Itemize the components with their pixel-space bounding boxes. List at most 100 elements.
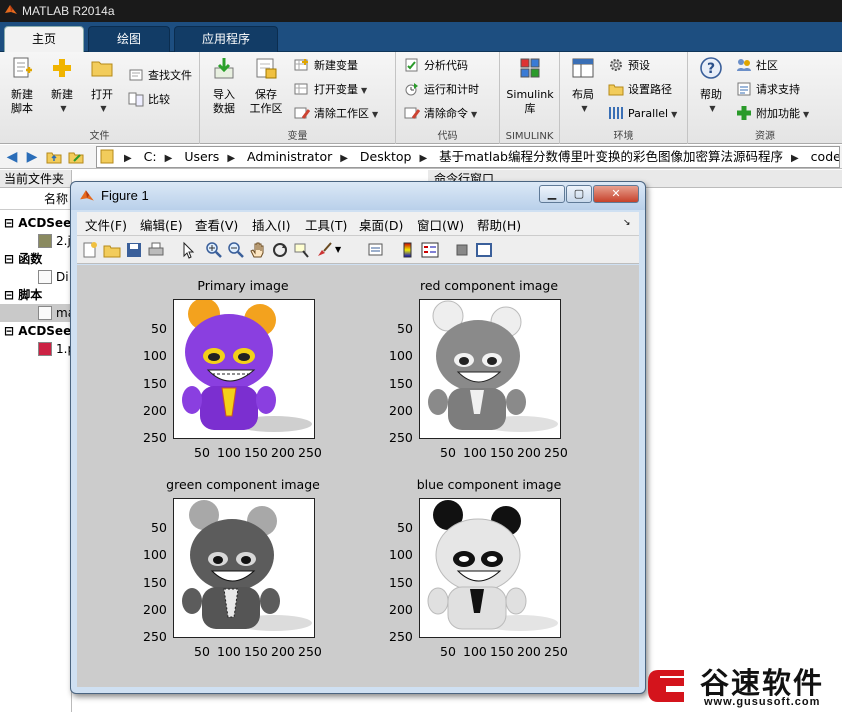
path-segment-desktop[interactable]: Desktop — [360, 149, 412, 164]
save-icon[interactable] — [125, 241, 143, 259]
tab-apps[interactable]: 应用程序 — [174, 26, 278, 52]
parallel-button[interactable]: Parallel ▼ — [608, 104, 677, 124]
rotate-3d-icon[interactable] — [271, 241, 289, 259]
add-ons-button[interactable]: 附加功能 ▼ — [736, 104, 809, 124]
menu-edit[interactable]: 编辑(E) — [140, 215, 183, 234]
doll-blue-component-image — [427, 500, 558, 631]
menu-file[interactable]: 文件(F) — [85, 215, 127, 234]
ribbon-group-file: 新建 脚本 新建 ▼ 打开 ▼ 查找文件 比较 文件 — [0, 52, 200, 144]
open-file-icon[interactable] — [103, 241, 121, 259]
ytick-4-50: 50 — [397, 520, 413, 535]
axes-red-component[interactable] — [419, 299, 561, 439]
request-support-button[interactable]: 请求支持 — [736, 80, 800, 100]
xtick-2-100: 100 — [463, 445, 487, 460]
new-figure-icon[interactable] — [81, 241, 99, 259]
axes-blue-component[interactable] — [419, 498, 561, 638]
open-button[interactable]: 打开 ▼ — [84, 56, 120, 116]
ytick-2-150: 150 — [389, 376, 413, 391]
analyze-code-button[interactable]: 分析代码 — [404, 56, 468, 76]
menu-insert[interactable]: 插入(I) — [252, 215, 290, 234]
brush-icon[interactable] — [315, 241, 333, 259]
clear-commands-button[interactable]: 清除命令 ▼ — [404, 104, 477, 124]
up-folder-icon[interactable] — [46, 149, 62, 165]
find-files-button[interactable]: 查找文件 — [128, 66, 192, 86]
function-file-icon — [38, 270, 52, 284]
tree-file-jpg[interactable]: 2.j — [38, 232, 71, 250]
tree-file-script[interactable]: ma — [0, 304, 75, 322]
pointer-icon[interactable] — [179, 241, 197, 259]
ytick-1-250: 250 — [143, 430, 167, 445]
browse-folder-icon[interactable] — [68, 149, 84, 165]
show-plot-tools-icon[interactable] — [475, 241, 493, 259]
tree-group-functions[interactable]: ⊟ 函数 — [4, 250, 42, 268]
close-button[interactable]: ✕ — [593, 185, 639, 203]
import-icon — [214, 58, 234, 79]
figure-window[interactable]: Figure 1 ▁ ▢ ✕ 文件(F) 编辑(E) 查看(V) 插入(I) 工… — [70, 181, 646, 694]
community-button[interactable]: 社区 — [736, 56, 778, 76]
menu-help[interactable]: 帮助(H) — [477, 215, 521, 234]
set-path-button[interactable]: 设置路径 — [608, 80, 672, 100]
tree-file-function[interactable]: Di — [38, 268, 69, 286]
forward-arrow-icon[interactable]: ▶ — [24, 149, 40, 165]
menu-collapse-icon[interactable]: ↘ — [623, 218, 631, 228]
save-workspace-button[interactable]: 保存 工作区 — [246, 56, 286, 116]
tab-plots[interactable]: 绘图 — [88, 26, 170, 52]
new-script-button[interactable]: 新建 脚本 — [4, 56, 40, 116]
data-cursor-icon[interactable] — [293, 241, 311, 259]
menu-desktop[interactable]: 桌面(D) — [359, 215, 403, 234]
watermark: 谷速软件 www.gususoft.com — [644, 658, 842, 712]
run-and-time-button[interactable]: 运行和计时 — [404, 80, 479, 100]
xtick-3-50: 50 — [194, 644, 210, 659]
gear-icon — [610, 59, 622, 71]
path-segment-drive[interactable]: C: — [144, 149, 157, 164]
import-data-button[interactable]: 导入 数据 — [206, 56, 242, 116]
tab-home[interactable]: 主页 — [4, 26, 84, 52]
brush-dropdown-icon[interactable]: ▼ — [335, 245, 353, 263]
axes-green-component[interactable] — [173, 498, 315, 638]
figure-title-bar[interactable]: Figure 1 ▁ ▢ ✕ — [71, 182, 645, 210]
path-segment-code[interactable]: code — [811, 149, 839, 164]
figure-canvas[interactable]: Primary image red component image green … — [77, 265, 639, 687]
zoom-in-icon[interactable] — [205, 241, 223, 259]
path-input[interactable]: ▶ C: ▶ Users ▶ Administrator ▶ Desktop ▶ 基于m… — [96, 146, 840, 168]
menu-tools[interactable]: 工具(T) — [305, 215, 347, 234]
link-plot-icon[interactable] — [367, 241, 385, 259]
tree-group-acdsee-jpg[interactable]: ⊟ ACDSee — [4, 214, 71, 232]
set-path-icon — [608, 84, 624, 96]
help-icon: ? — [700, 57, 722, 79]
ytick-1-50: 50 — [151, 321, 167, 336]
legend-icon[interactable] — [421, 241, 439, 259]
help-button[interactable]: ? 帮助 ▼ — [694, 56, 728, 116]
xtick-3-100: 100 — [217, 644, 241, 659]
name-column-header[interactable]: 名称 — [0, 188, 71, 210]
minimize-button[interactable]: ▁ — [539, 185, 565, 203]
figure-toolbar: ▼ — [77, 236, 639, 264]
hide-plot-tools-icon[interactable] — [453, 241, 471, 259]
simulink-library-button[interactable]: Simulink 库 — [504, 56, 556, 116]
zoom-out-icon[interactable] — [227, 241, 245, 259]
maximize-button[interactable]: ▢ — [566, 185, 592, 203]
back-arrow-icon[interactable]: ◀ — [4, 149, 20, 165]
axes-primary-image[interactable] — [173, 299, 315, 439]
tree-group-scripts[interactable]: ⊟ 脚本 — [4, 286, 42, 304]
path-segment-administrator[interactable]: Administrator — [247, 149, 332, 164]
tree-group-acdsee-png[interactable]: ⊟ ACDSee — [4, 322, 71, 340]
menu-view[interactable]: 查看(V) — [195, 215, 238, 234]
path-segment-users[interactable]: Users — [184, 149, 219, 164]
new-button[interactable]: 新建 ▼ — [44, 56, 80, 116]
ytick-3-50: 50 — [151, 520, 167, 535]
compare-button[interactable]: 比较 — [128, 90, 170, 110]
ytick-4-100: 100 — [389, 547, 413, 562]
pan-hand-icon[interactable] — [249, 241, 267, 259]
folder-icon — [91, 61, 113, 77]
xtick-1-100: 100 — [217, 445, 241, 460]
layout-button[interactable]: 布局 ▼ — [564, 56, 602, 116]
menu-window[interactable]: 窗口(W) — [417, 215, 464, 234]
path-segment-project[interactable]: 基于matlab编程分数傅里叶变换的彩色图像加密算法源码程序 — [439, 149, 783, 164]
new-variable-button[interactable]: 新建变量 — [294, 56, 358, 76]
clear-workspace-button[interactable]: 清除工作区 ▼ — [294, 104, 378, 124]
print-icon[interactable] — [147, 241, 165, 259]
open-variable-button[interactable]: 打开变量 ▼ — [294, 80, 367, 100]
colorbar-icon[interactable] — [399, 241, 417, 259]
preferences-button[interactable]: 预设 — [608, 56, 650, 76]
